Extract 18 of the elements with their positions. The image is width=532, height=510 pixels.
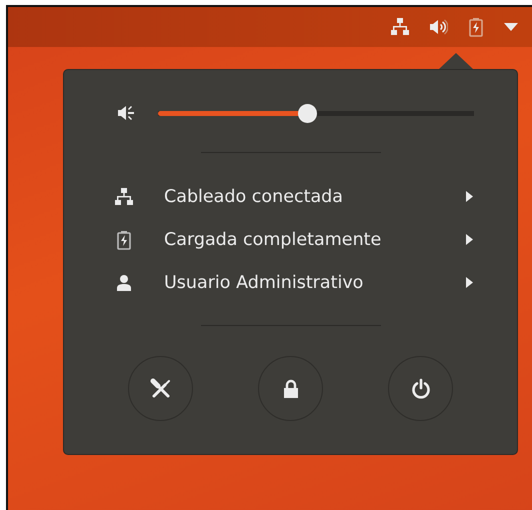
menu-item[interactable]: Cargada completamente bbox=[64, 218, 517, 261]
submenu-arrow-icon bbox=[466, 191, 473, 202]
volume-icon bbox=[428, 17, 448, 37]
battery-charging-icon bbox=[114, 230, 134, 250]
dropdown-arrow-icon[interactable] bbox=[504, 23, 518, 31]
submenu-arrow-icon bbox=[466, 234, 473, 245]
network-icon bbox=[114, 186, 134, 206]
volume-low-icon bbox=[116, 103, 136, 123]
menu-item[interactable]: Cableado conectada bbox=[64, 175, 517, 218]
network-icon bbox=[390, 17, 410, 37]
menu-item[interactable]: Usuario Administrativo bbox=[64, 261, 517, 304]
tools-icon bbox=[150, 378, 172, 400]
volume-slider-thumb[interactable] bbox=[298, 104, 317, 122]
power-icon bbox=[410, 378, 432, 400]
lock-icon bbox=[282, 378, 300, 398]
user-icon bbox=[114, 272, 134, 292]
battery-charging-icon bbox=[466, 17, 486, 37]
submenu-arrow-icon bbox=[466, 277, 473, 288]
